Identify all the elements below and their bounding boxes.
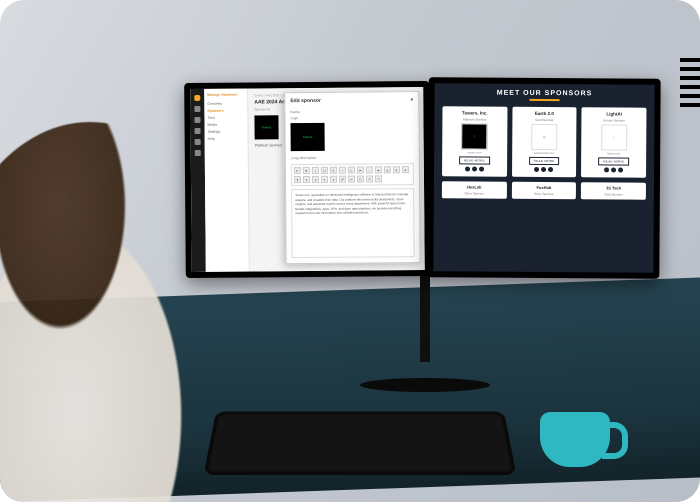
toolbar-button[interactable]: ↔ — [366, 166, 373, 173]
sponsor-logo: T — [462, 123, 488, 149]
sponsor-tier: Silver Sponsor — [464, 191, 484, 195]
sponsor-tier: Gold Sponsor — [604, 192, 622, 196]
sponsor-website: lightai.com — [607, 152, 620, 155]
sponsor-logo: ◐ — [601, 124, 627, 150]
field-label-description: Long description — [291, 155, 414, 160]
field-label-name: Name — [290, 109, 413, 114]
monitor-stand — [380, 272, 470, 392]
sponsor-name: Earth 2.0 — [535, 111, 554, 116]
social-icon[interactable] — [465, 166, 470, 171]
description-editor[interactable]: Towers Inc. specializes in advanced inte… — [291, 188, 415, 258]
cms-sidebar: Manage Sponsors Overview Sponsors Tiers … — [204, 89, 250, 272]
decoration-stripes — [680, 58, 700, 112]
editor-content: Towers Inc. specializes in advanced inte… — [295, 192, 409, 215]
nav-item[interactable] — [194, 117, 200, 123]
toolbar-button[interactable]: ↷ — [375, 175, 382, 182]
sponsor-name: HexLab — [467, 184, 481, 189]
sponsor-logo: ◎ — [531, 124, 557, 150]
sponsor-card-small: JS Tech Gold Sponsor — [581, 182, 646, 199]
secondary-sponsors-grid: HexLab Silver Sponsor FoxHub Silver Sponsor… — [442, 181, 646, 199]
toolbar-button[interactable]: ⬅ — [357, 167, 364, 174]
toolbar-button[interactable]: I — [312, 167, 319, 174]
sponsor-logo-preview[interactable]: Towers — [291, 123, 325, 151]
toolbar-button[interactable]: ≡ — [312, 176, 319, 183]
toolbar-button[interactable]: U — [321, 167, 328, 174]
social-icon[interactable] — [604, 167, 609, 172]
sponsor-tier: Bronze Sponsor — [603, 118, 625, 122]
sponsor-card: Towers, Inc. Platinum Sponsor Ttowers.com R… — [442, 106, 507, 176]
toolbar-button[interactable]: ≡ — [303, 176, 310, 183]
modal-title: Edit sponsor — [290, 98, 321, 104]
monitor-right: MEET OUR SPONSORS Towers, Inc. Platinum S… — [427, 77, 660, 279]
sponsor-tier: Gold Sponsor — [535, 118, 553, 122]
nav-item[interactable] — [195, 128, 201, 134]
toolbar-button[interactable]: ≡ — [330, 176, 337, 183]
sidebar-item[interactable]: Help — [208, 135, 245, 142]
sponsor-name: LightAI — [606, 111, 622, 116]
close-icon[interactable]: × — [410, 97, 413, 103]
toolbar-button[interactable]: • — [339, 167, 346, 174]
read-more-button[interactable]: READ MORE — [598, 157, 629, 165]
featured-sponsors-grid: Towers, Inc. Platinum Sponsor Ttowers.com R… — [442, 106, 646, 177]
toolbar-button[interactable]: A — [393, 166, 400, 173]
nav-item[interactable] — [195, 150, 201, 156]
sponsor-name: Towers, Inc. — [462, 110, 488, 115]
edit-sponsor-modal: Edit sponsor × Name Logo Towers Long des… — [284, 91, 420, 264]
sponsor-website: towers.com — [468, 151, 482, 154]
toolbar-button[interactable]: 🔗 — [339, 176, 346, 183]
sponsor-website: earth2point0.com — [534, 152, 555, 155]
toolbar-button[interactable]: ⎆ — [384, 166, 391, 173]
social-icons — [535, 167, 554, 172]
field-label-logo: Logo — [290, 115, 413, 120]
social-icon[interactable] — [472, 166, 477, 171]
social-icon[interactable] — [542, 167, 547, 172]
keyboard — [204, 412, 517, 475]
read-more-button[interactable]: READ MORE — [529, 157, 560, 165]
cms-screen: Manage Sponsors Overview Sponsors Tiers … — [190, 87, 425, 272]
sponsor-name: FoxHub — [536, 185, 551, 190]
sponsor-tier: Platinum Sponsor — [463, 117, 487, 121]
sidebar-heading: Manage Sponsors — [207, 93, 244, 97]
sponsors-heading: MEET OUR SPONSORS — [443, 89, 647, 97]
sponsor-card-small: HexLab Silver Sponsor — [442, 181, 507, 198]
nav-item[interactable] — [194, 106, 200, 112]
toolbar-button[interactable]: P — [294, 167, 301, 174]
thumb-label: Towers — [262, 125, 272, 129]
social-icon[interactable] — [535, 167, 540, 172]
social-icon[interactable] — [611, 167, 616, 172]
toolbar-button[interactable]: A — [402, 166, 409, 173]
toolbar-button[interactable]: 1. — [348, 167, 355, 174]
logo-text: Towers — [303, 135, 313, 139]
sponsor-tier: Silver Sponsor — [534, 192, 554, 196]
social-icon[interactable] — [479, 167, 484, 172]
toolbar-button[interactable]: ✂ — [348, 176, 355, 183]
nav-logo-icon[interactable] — [194, 95, 200, 101]
toolbar-button[interactable]: ¶ — [294, 176, 301, 183]
toolbar-button[interactable]: ≡ — [321, 176, 328, 183]
social-icon[interactable] — [549, 167, 554, 172]
sponsor-card: Earth 2.0 Gold Sponsor ◎ earth2point0.com RE… — [512, 107, 577, 177]
nav-item[interactable] — [195, 139, 201, 145]
sponsor-card-small: FoxHub Silver Sponsor — [512, 182, 577, 199]
mug — [540, 412, 610, 467]
social-icons — [604, 167, 623, 172]
social-icon[interactable] — [618, 168, 623, 173]
sponsor-name: JS Tech — [606, 185, 621, 190]
rich-text-toolbar: PBIUS•1.⬅↔➡⎆AA¶≡≡≡≡🔗✂📋↶↷ — [291, 163, 414, 186]
sponsor-card: LightAI Bronze Sponsor ◐ lightai.com READ MO… — [581, 107, 646, 177]
toolbar-button[interactable]: S — [330, 167, 337, 174]
scene-photo: Manage Sponsors Overview Sponsors Tiers … — [0, 0, 700, 502]
heading-underline — [530, 99, 560, 101]
sponsor-page: MEET OUR SPONSORS Towers, Inc. Platinum S… — [433, 83, 654, 273]
sponsor-thumbnail[interactable]: Towers — [254, 115, 278, 139]
read-more-button[interactable]: READ MORE — [459, 156, 490, 164]
monitor-left: Manage Sponsors Overview Sponsors Tiers … — [184, 81, 431, 278]
toolbar-button[interactable]: ↶ — [366, 175, 373, 182]
social-icons — [465, 166, 484, 171]
toolbar-button[interactable]: 📋 — [357, 176, 364, 183]
toolbar-button[interactable]: B — [303, 167, 310, 174]
toolbar-button[interactable]: ➡ — [375, 166, 382, 173]
